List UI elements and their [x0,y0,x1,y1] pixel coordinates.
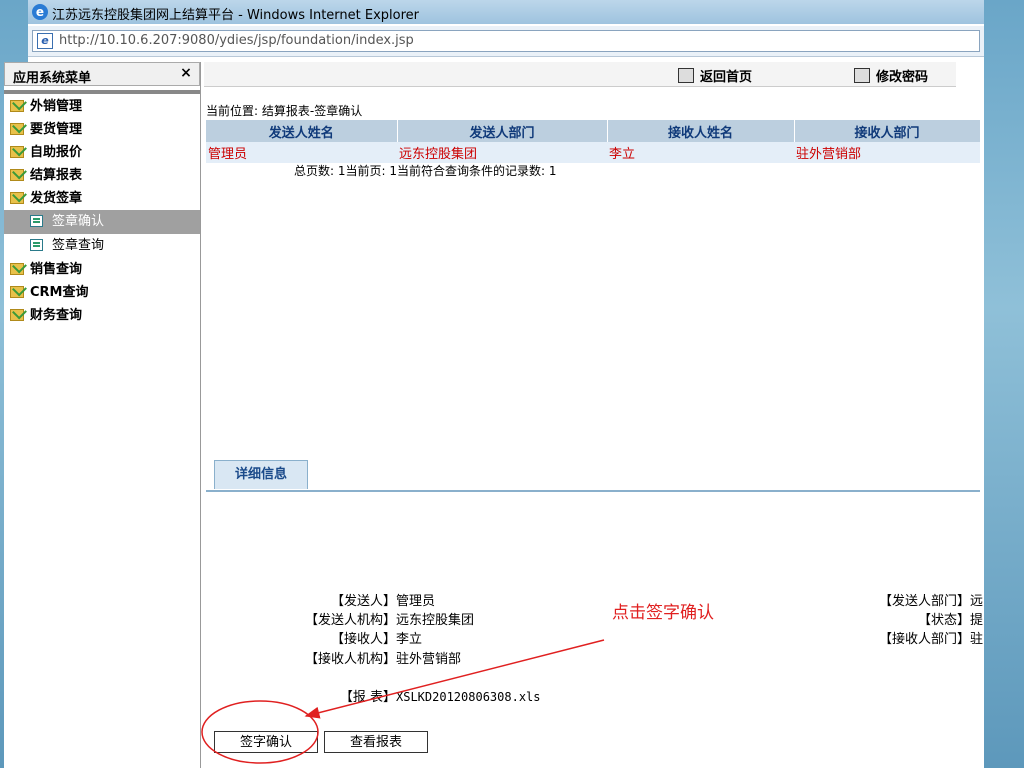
folder-icon [10,192,24,204]
field-label: 【发送人机构】 [304,613,396,628]
folder-icon [10,169,24,181]
sidebar-item-label: 财务查询 [30,308,83,323]
sidebar-item-export-sales[interactable]: 外销管理 [4,95,200,118]
page-icon: e [37,33,53,49]
tab-detail-info[interactable]: 详细信息 [214,460,308,489]
change-password-link[interactable]: 修改密码 [854,66,928,85]
records-table: 发送人姓名 发送人部门 接收人姓名 接收人部门 管理员 远东控股集团 李立 驻外… [206,120,981,163]
column-header-sender-dept: 发送人部门 [397,120,608,142]
sidebar-item-label: 外销管理 [30,99,83,114]
sidebar-title: 应用系统菜单 [13,71,92,86]
table-row[interactable]: 管理员 远东控股集团 李立 驻外营销部 [206,142,980,163]
sidebar-item-crm-query[interactable]: CRM查询 [4,281,200,304]
field-sender: 【发送人】管理员 [300,590,435,609]
field-status: 【状态】提 [862,609,983,628]
field-sender-org: 【发送人机构】远东控股集团 [300,609,474,628]
window-title: 江苏远东控股集团网上结算平台 - Windows Internet Explor… [52,8,419,23]
home-link-label: 返回首页 [700,70,753,85]
top-toolbar: 返回首页 修改密码 [204,62,956,87]
view-report-button[interactable]: 查看报表 [324,731,428,753]
column-header-receiver-name: 接收人姓名 [607,120,795,142]
sidebar-item-finance-query[interactable]: 财务查询 [4,304,200,327]
document-icon [30,215,43,227]
sidebar-menu: 外销管理 要货管理 自助报价 结算报表 发货签章 签章确认 签章查询 销售查询 … [4,95,200,327]
sidebar-item-order-management[interactable]: 要货管理 [4,118,200,141]
column-header-sender-name: 发送人姓名 [206,120,398,142]
sidebar-item-label: CRM查询 [30,285,89,300]
field-sender-dept: 【发送人部门】远 [862,590,983,609]
annotation-text: 点击签字确认 [612,603,714,623]
sidebar-item-settlement-report[interactable]: 结算报表 [4,164,200,187]
field-receiver-org: 【接收人机构】驻外营销部 [300,648,461,667]
address-bar: e http://10.10.6.207:9080/ydies/jsp/foun… [28,26,984,57]
table-header-row: 发送人姓名 发送人部门 接收人姓名 接收人部门 [206,120,981,142]
field-label: 【接收人】 [330,632,396,647]
folder-icon [10,123,24,135]
sidebar-divider [4,90,200,94]
field-value: 远东控股集团 [396,613,475,628]
field-receiver-dept: 【接收人部门】驻 [862,628,983,647]
detail-tabs: 详细信息 [206,460,980,492]
sign-confirm-button[interactable]: 签字确认 [214,731,318,753]
sidebar-item-label: 要货管理 [30,122,83,137]
folder-icon [10,309,24,321]
field-value: 提 [970,613,984,628]
field-value: 驻 [970,632,984,647]
field-label: 【报 表】 [339,690,396,705]
home-icon [678,68,694,83]
table-cell: 李立 [607,142,794,163]
address-url: http://10.10.6.207:9080/ydies/jsp/founda… [59,33,414,48]
sidebar-item-label: 结算报表 [30,168,83,183]
home-link[interactable]: 返回首页 [678,66,752,85]
report-filename[interactable]: XSLKD20120806308.xls [396,690,541,704]
sidebar: 应用系统菜单 × 外销管理 要货管理 自助报价 结算报表 发货签章 签章确认 签… [4,62,201,768]
field-label: 【状态】 [917,613,970,628]
table-cell: 管理员 [206,142,397,163]
sidebar-header: 应用系统菜单 × [4,62,200,86]
folder-icon [10,100,24,112]
sidebar-item-label: 销售查询 [30,262,83,277]
column-header-receiver-dept: 接收人部门 [794,120,981,142]
sidebar-item-sales-query[interactable]: 销售查询 [4,258,200,281]
sidebar-subitem-seal-confirm[interactable]: 签章确认 [4,210,200,234]
field-receiver: 【接收人】李立 [300,628,422,647]
sidebar-item-label: 发货签章 [30,191,83,206]
breadcrumb: 当前位置: 结算报表-签章确认 [206,104,363,118]
sidebar-item-label: 自助报价 [30,145,83,160]
field-label: 【接收人部门】 [878,632,970,647]
ie-logo-icon: e [32,4,48,20]
sidebar-item-shipping-seal[interactable]: 发货签章 [4,187,200,210]
close-icon[interactable]: × [179,66,193,80]
address-input[interactable]: e http://10.10.6.207:9080/ydies/jsp/foun… [32,30,980,52]
field-label: 【发送人】 [330,594,396,609]
field-label: 【接收人机构】 [304,652,396,667]
pagination-info: 总页数: 1当前页: 1当前符合查询条件的记录数: 1 [294,164,557,178]
field-value: 李立 [396,632,423,647]
folder-icon [10,146,24,158]
document-icon [30,239,43,251]
sidebar-subitem-label: 签章查询 [52,238,105,253]
folder-icon [10,263,24,275]
change-password-label: 修改密码 [876,70,929,85]
sidebar-subitem-seal-query[interactable]: 签章查询 [4,234,200,258]
field-report: 【报 表】XSLKD20120806308.xls [300,686,541,705]
sidebar-subitem-label: 签章确认 [52,214,105,229]
title-bar: e 江苏远东控股集团网上结算平台 - Windows Internet Expl… [28,0,984,24]
folder-icon [10,286,24,298]
table-cell: 驻外营销部 [794,142,980,163]
field-label: 【发送人部门】 [878,594,970,609]
field-value: 远 [970,594,984,609]
key-icon [854,68,870,83]
field-value: 驻外营销部 [396,652,462,667]
table-cell: 远东控股集团 [397,142,607,163]
field-value: 管理员 [396,594,436,609]
sidebar-item-self-quote[interactable]: 自助报价 [4,141,200,164]
